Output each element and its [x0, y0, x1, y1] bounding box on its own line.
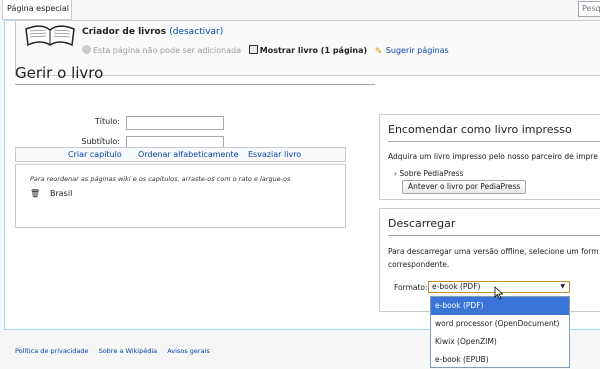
print-panel: Encomendar como livro impresso Adquira u…: [379, 114, 600, 200]
collection-toolbar: Criar capítulo Ordenar alfabeticamente E…: [15, 147, 346, 162]
caret-down-icon: ▼: [560, 283, 565, 290]
divider: [388, 141, 600, 142]
clear-book-link[interactable]: Esvaziar livro: [248, 148, 301, 161]
creator-title: Criador de livros (desactivar): [82, 27, 223, 37]
top-bar: Página especial Pesq: [0, 0, 600, 20]
show-book-link[interactable]: Mostrar livro (1 página): [260, 46, 367, 55]
format-option-odt[interactable]: word processor (OpenDocument): [431, 315, 569, 333]
about-pediapress-label: Sobre PediaPress: [399, 169, 464, 178]
reorder-hint: Para reordenar as páginas wiki e os capí…: [30, 175, 291, 183]
format-select-value: e-book (PDF): [432, 282, 481, 291]
list-item[interactable]: 🗑 Brasil: [30, 189, 72, 198]
search-input[interactable]: Pesq: [578, 1, 600, 17]
print-panel-heading: Encomendar como livro impresso: [388, 123, 572, 136]
deactivate-link[interactable]: (desactivar): [169, 27, 223, 37]
preview-pediapress-button[interactable]: Antever o livro por PediaPress: [402, 180, 527, 194]
about-pediapress-link[interactable]: › Sobre PediaPress: [394, 169, 463, 178]
print-panel-text: Adquira um livro impresso pelo nosso par…: [388, 152, 598, 161]
page-title: Gerir o livro: [15, 64, 375, 85]
format-label: Formato:: [394, 283, 428, 292]
collection-list: Para reordenar as páginas wiki e os capí…: [15, 164, 346, 228]
sort-alphabetically-link[interactable]: Ordenar alfabeticamente: [138, 148, 239, 161]
disclaimers-link[interactable]: Avisos gerais: [167, 347, 210, 355]
open-book-icon: [25, 25, 75, 47]
book-small-icon: [248, 45, 258, 54]
privacy-link[interactable]: Política de privacidade: [15, 347, 89, 355]
format-dropdown: e-book (PDF) word processor (OpenDocumen…: [430, 296, 570, 368]
cannot-add-text: Esta página não pode ser adicionada: [93, 46, 242, 55]
disabled-add-icon: [82, 45, 91, 54]
download-panel-heading: Descarregar: [388, 217, 456, 230]
divider: [388, 235, 600, 236]
trash-icon[interactable]: 🗑: [30, 189, 50, 198]
format-option-epub[interactable]: e-book (EPUB): [431, 351, 569, 369]
title-input[interactable]: [126, 116, 224, 130]
chevron-right-icon: ›: [394, 169, 397, 178]
mouse-cursor-icon: [494, 286, 504, 300]
download-text-line2: correspondente.: [388, 260, 450, 269]
about-link[interactable]: Sobre a Wikipédia: [99, 347, 158, 355]
download-text-line1: Para descarregar uma versão offline, sel…: [388, 247, 599, 256]
format-option-zim[interactable]: Kiwix (OpenZIM): [431, 333, 569, 351]
subtitle-label: Subtítulo:: [81, 137, 120, 146]
create-chapter-link[interactable]: Criar capítulo: [68, 148, 122, 161]
tab-special-page[interactable]: Página especial: [2, 0, 72, 20]
list-item-title: Brasil: [50, 189, 73, 198]
footer: Política de privacidade Sobre a Wikipédi…: [15, 347, 218, 355]
creator-title-text: Criador de livros: [82, 27, 167, 37]
suggest-pages-link[interactable]: Sugerir páginas: [386, 46, 449, 55]
title-label: Título:: [94, 117, 120, 126]
creator-actions: Esta página não pode ser adicionada Most…: [82, 45, 449, 57]
wand-icon: ✎: [374, 47, 383, 57]
